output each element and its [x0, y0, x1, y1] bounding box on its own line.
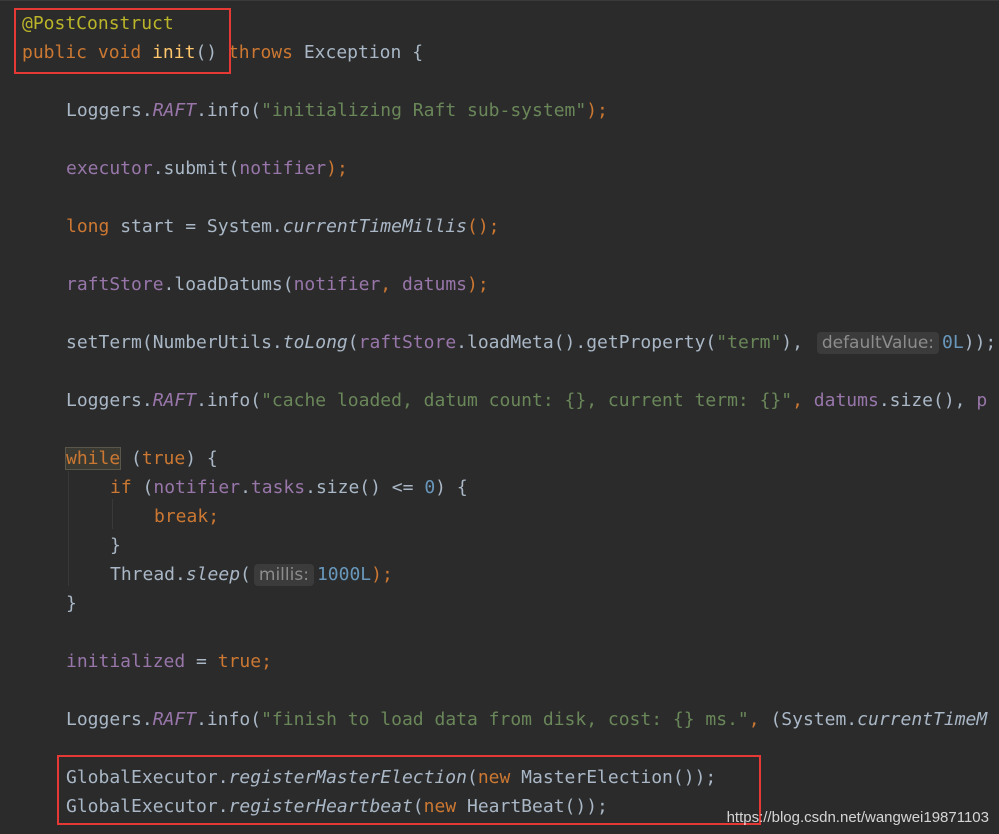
code-token: , — [380, 274, 402, 295]
code-token: notifier — [239, 158, 327, 179]
code-token: datums — [401, 274, 468, 295]
code-token: ); — [467, 274, 489, 295]
code-token: .info( — [196, 100, 262, 121]
code-token: (System. — [770, 709, 858, 730]
parameter-hint: millis: — [253, 564, 314, 586]
code-token: ; — [261, 651, 272, 672]
code-token: "cache loaded, datum count: {}, current … — [261, 390, 793, 411]
code-token: "finish to load data from disk, cost: {}… — [261, 709, 749, 730]
code-token: .info( — [196, 709, 262, 730]
code-line: Thread.sleep(millis: 1000L); — [110, 560, 393, 589]
code-token: 0L — [942, 332, 964, 353]
code-token: . — [240, 477, 251, 498]
code-token: (); — [466, 216, 500, 237]
code-token: "initializing Raft sub-system" — [261, 100, 587, 121]
code-token: ) { — [435, 477, 468, 498]
code-token: .loadMeta().getProperty( — [456, 332, 717, 353]
code-token: "term" — [716, 332, 782, 353]
code-line: long start = System.currentTimeMillis(); — [66, 212, 500, 241]
code-token: currentTimeMillis — [282, 216, 467, 237]
code-line: break; — [154, 502, 219, 531]
code-token: toLong — [282, 332, 348, 353]
code-token: .loadDatums( — [163, 274, 294, 295]
code-token: Loggers. — [66, 709, 153, 730]
code-token: ( — [347, 332, 359, 353]
code-line: Loggers.RAFT.info("finish to load data f… — [66, 705, 987, 734]
code-line: executor.submit(notifier); — [66, 154, 348, 183]
code-token: ; — [208, 506, 220, 527]
code-token: break — [154, 506, 209, 527]
code-token: while — [66, 448, 121, 469]
code-token: Thread. — [110, 564, 186, 585]
code-token: RAFT — [152, 390, 197, 411]
code-token: ( — [131, 477, 154, 498]
code-token: .info( — [196, 390, 262, 411]
code-token: ); — [371, 564, 393, 585]
code-token: executor — [66, 158, 153, 179]
indent-guide — [68, 471, 69, 586]
code-token: if — [110, 477, 132, 498]
code-token: notifier — [153, 477, 241, 498]
code-token: , — [748, 709, 771, 730]
highlight-box-register — [57, 755, 761, 825]
code-token: sleep — [185, 564, 241, 585]
code-token: p — [976, 390, 988, 411]
code-token: } — [66, 593, 77, 614]
code-token: setTerm(NumberUtils. — [66, 332, 283, 353]
code-token: true — [141, 448, 186, 469]
highlight-box-init — [14, 8, 231, 74]
code-token: tasks — [250, 477, 306, 498]
parameter-hint: defaultValue: — [816, 332, 940, 354]
code-token: .submit( — [152, 158, 240, 179]
code-token: = — [185, 651, 218, 672]
indent-guide — [112, 499, 113, 529]
code-editor[interactable]: @PostConstruct public void init() throws… — [0, 0, 999, 834]
code-token: ), — [781, 332, 814, 353]
code-line: if (notifier.tasks.size() <= 0) { — [110, 473, 468, 502]
code-token: } — [110, 535, 121, 556]
code-token: ); — [586, 100, 608, 121]
code-line: Loggers.RAFT.info("cache loaded, datum c… — [66, 386, 987, 415]
code-line: raftStore.loadDatums(notifier, datums); — [66, 270, 489, 299]
code-token: RAFT — [152, 100, 197, 121]
code-token: .size() <= — [305, 477, 425, 498]
code-token: ) { — [185, 448, 218, 469]
code-token: raftStore — [66, 274, 164, 295]
code-token: Loggers. — [66, 100, 153, 121]
code-token: true — [217, 651, 262, 672]
watermark-url: https://blog.csdn.net/wangwei19871103 — [726, 809, 989, 826]
code-line: setTerm(NumberUtils.toLong(raftStore.loa… — [66, 328, 996, 357]
code-token: ( — [120, 448, 142, 469]
code-line: initialized = true; — [66, 647, 272, 676]
code-token: ( — [240, 564, 251, 585]
code-token: )); — [963, 332, 997, 353]
code-token: .size(), — [878, 390, 977, 411]
code-token: long — [66, 216, 110, 237]
code-token: Exception { — [292, 42, 424, 63]
code-line: Loggers.RAFT.info("initializing Raft sub… — [66, 96, 608, 125]
code-token: initialized — [66, 651, 186, 672]
code-token: 1000L — [316, 564, 372, 585]
code-token: throws — [227, 42, 293, 63]
code-token: , — [792, 390, 814, 411]
code-token: currentTimeM — [857, 709, 988, 730]
code-line: } — [110, 531, 121, 560]
code-line: while (true) { — [66, 444, 218, 473]
code-line: } — [66, 589, 77, 618]
code-token: raftStore — [358, 332, 457, 353]
code-token: start = System. — [109, 216, 283, 237]
code-token: ); — [326, 158, 348, 179]
code-token: datums — [813, 390, 879, 411]
code-token: 0 — [424, 477, 436, 498]
code-token: notifier — [293, 274, 381, 295]
code-token: Loggers. — [66, 390, 153, 411]
code-token: RAFT — [152, 709, 197, 730]
